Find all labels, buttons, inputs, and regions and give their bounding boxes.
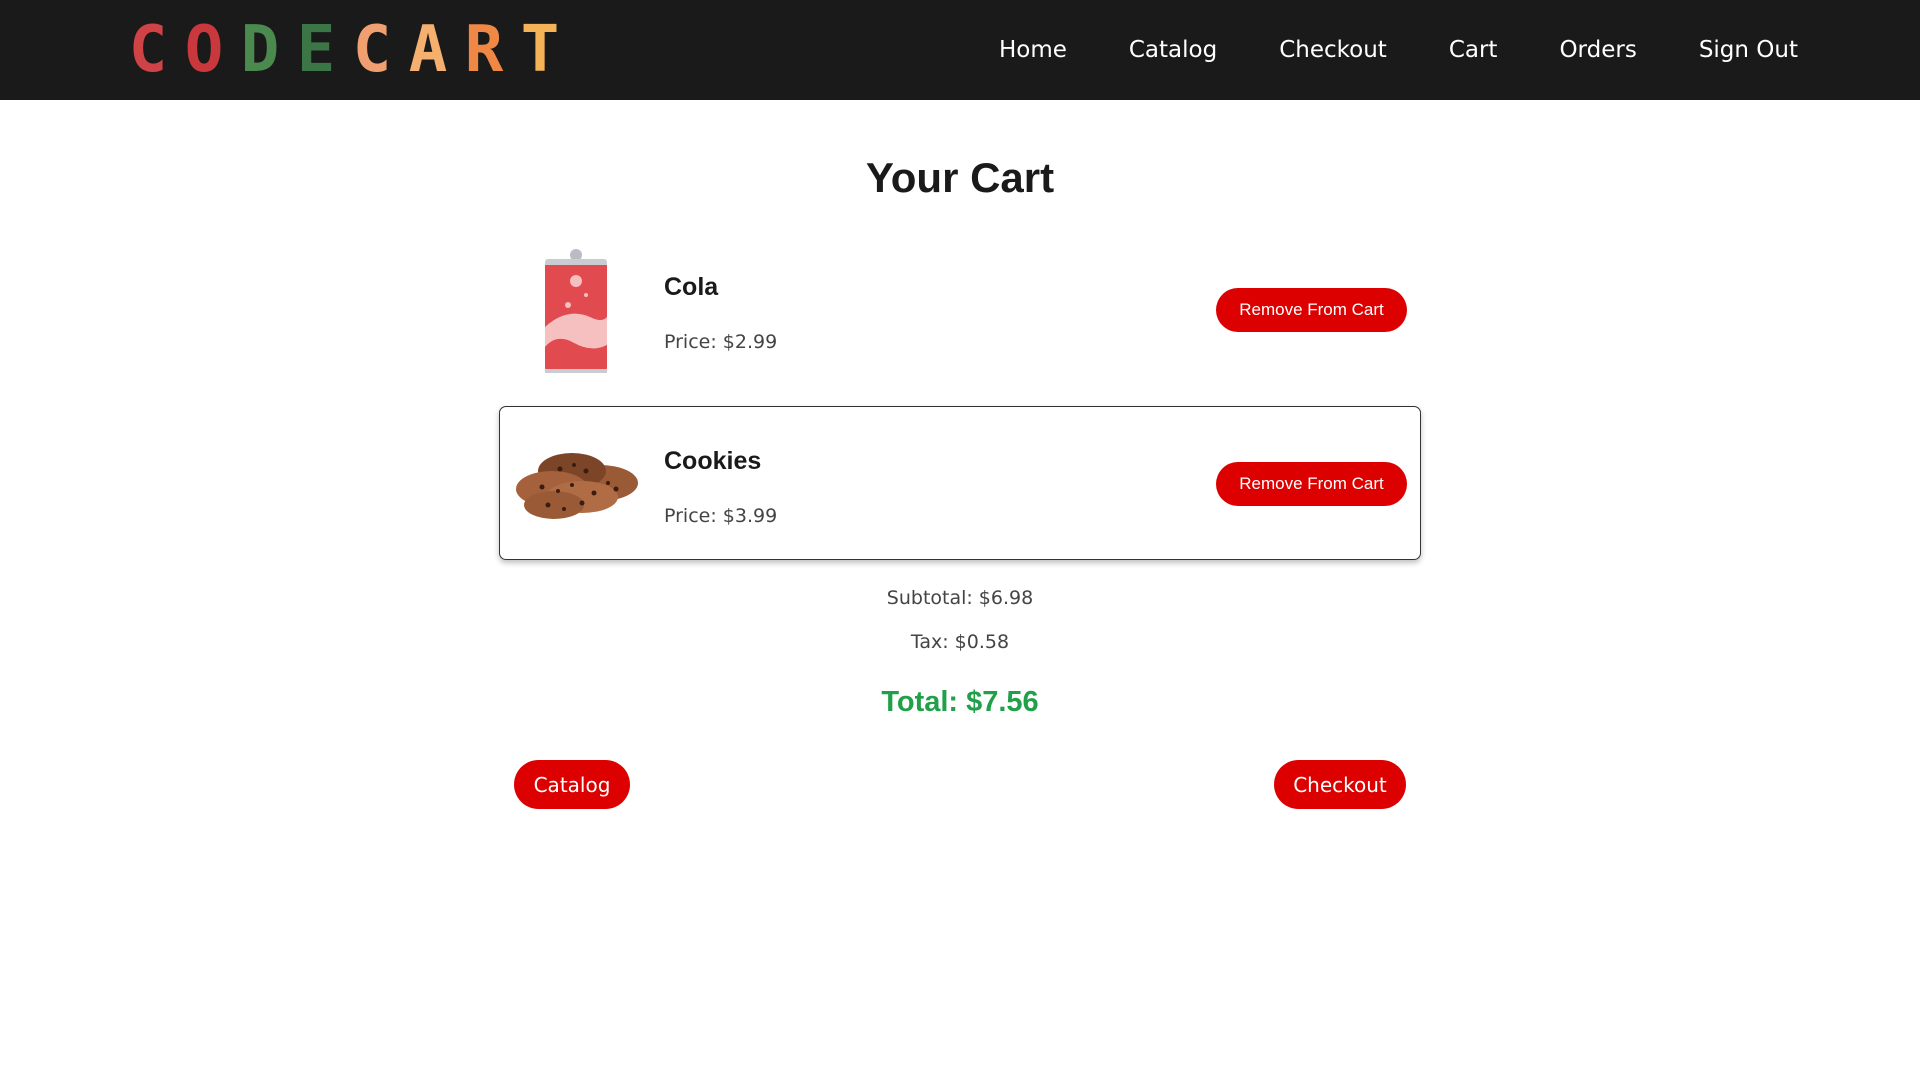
item-price: Price: $3.99 <box>664 505 777 527</box>
item-name: Cookies <box>664 447 762 475</box>
logo-letter: T <box>520 13 560 87</box>
top-navigation-bar: CODECART C O D E C A R T Home Catalog Ch… <box>0 0 1920 100</box>
order-total: Total: $7.56 <box>0 686 1920 719</box>
tax-value: $0.58 <box>954 631 1010 653</box>
nav-link-catalog[interactable]: Catalog <box>1129 37 1217 63</box>
subtotal: Subtotal: $6.98 <box>0 587 1920 609</box>
catalog-button[interactable]: Catalog <box>514 760 630 809</box>
cart-item-cookies: Cookies Price: $3.99 Remove From Cart <box>499 406 1421 560</box>
remove-from-cart-button-cookies[interactable]: Remove From Cart <box>1216 462 1407 506</box>
logo-letter: C <box>352 13 392 87</box>
codecart-logo[interactable]: CODECART C O D E C A R T <box>120 18 568 82</box>
subtotal-label: Subtotal: <box>886 587 973 609</box>
logo-letter: E <box>296 13 336 87</box>
nav-link-checkout[interactable]: Checkout <box>1279 37 1387 63</box>
checkout-button[interactable]: Checkout <box>1274 760 1406 809</box>
cart-item-cola: Cola Price: $2.99 Remove From Cart <box>499 232 1421 386</box>
logo-letter: D <box>240 13 280 87</box>
tax-label: Tax: <box>910 631 949 653</box>
item-price-label: Price: <box>664 505 717 527</box>
logo-letter: A <box>408 13 448 87</box>
logo-letter: R <box>464 13 504 87</box>
total-label: Total: <box>881 686 959 718</box>
page-title: Your Cart <box>865 154 1055 201</box>
logo-letter: C <box>128 13 168 87</box>
nav-link-orders[interactable]: Orders <box>1559 37 1636 63</box>
tax: Tax: $0.58 <box>0 631 1920 653</box>
item-price-value: $3.99 <box>722 505 778 527</box>
logo-letter: O <box>184 13 224 87</box>
nav-link-home[interactable]: Home <box>999 37 1067 63</box>
nav-link-cart[interactable]: Cart <box>1449 37 1498 63</box>
item-price-value: $2.99 <box>722 331 778 353</box>
remove-from-cart-button-cola[interactable]: Remove From Cart <box>1216 288 1407 332</box>
cookies-icon <box>516 453 638 519</box>
soda-can-icon <box>545 249 607 373</box>
item-price: Price: $2.99 <box>664 331 777 353</box>
item-price-label: Price: <box>664 331 717 353</box>
subtotal-value: $6.98 <box>978 587 1034 609</box>
nav-link-sign-out[interactable]: Sign Out <box>1699 37 1798 63</box>
main-nav: Home Catalog Checkout Cart Orders Sign O… <box>937 0 1798 100</box>
item-name: Cola <box>664 273 719 301</box>
total-value: $7.56 <box>966 686 1039 718</box>
